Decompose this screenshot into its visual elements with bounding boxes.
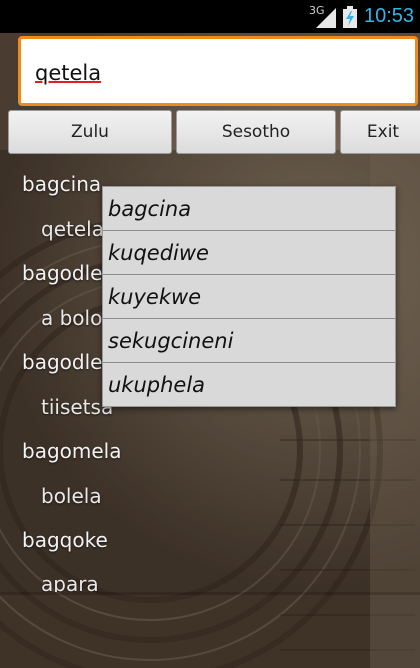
- list-item-sesotho[interactable]: apara: [41, 572, 99, 592]
- suggestion-item[interactable]: kuqediwe: [103, 231, 395, 275]
- zulu-button[interactable]: Zulu: [8, 110, 172, 154]
- list-item-zulu[interactable]: bagomela: [22, 439, 121, 463]
- exit-button[interactable]: Exit: [340, 110, 420, 154]
- suggestion-item[interactable]: ukuphela: [103, 363, 395, 407]
- suggestion-item[interactable]: kuyekwe: [103, 275, 395, 319]
- list-item-zulu[interactable]: bagqoke: [22, 528, 108, 552]
- list-item-sesotho[interactable]: bolela: [41, 484, 102, 508]
- signal-icon: [316, 8, 336, 28]
- suggestion-item[interactable]: sekugcineni: [103, 319, 395, 363]
- sesotho-button[interactable]: Sesotho: [176, 110, 336, 154]
- search-input-value[interactable]: qetela: [35, 61, 101, 85]
- status-bar: 3G 10:53: [0, 0, 420, 33]
- clock: 10:53: [364, 5, 415, 27]
- list-item-zulu[interactable]: bagodle: [22, 350, 102, 374]
- suggestion-dropdown: bagcina kuqediwe kuyekwe sekugcineni uku…: [102, 186, 396, 407]
- list-item-zulu[interactable]: bagodle: [22, 261, 102, 285]
- list-item-sesotho[interactable]: qetela: [41, 217, 104, 241]
- bottom-shade: [0, 592, 420, 668]
- suggestion-item[interactable]: bagcina: [103, 187, 395, 231]
- search-input[interactable]: qetela: [18, 36, 418, 106]
- list-item-zulu[interactable]: bagcina: [22, 172, 101, 196]
- battery-charging-icon: [343, 6, 357, 28]
- list-item-sesotho[interactable]: a bolo: [41, 306, 102, 330]
